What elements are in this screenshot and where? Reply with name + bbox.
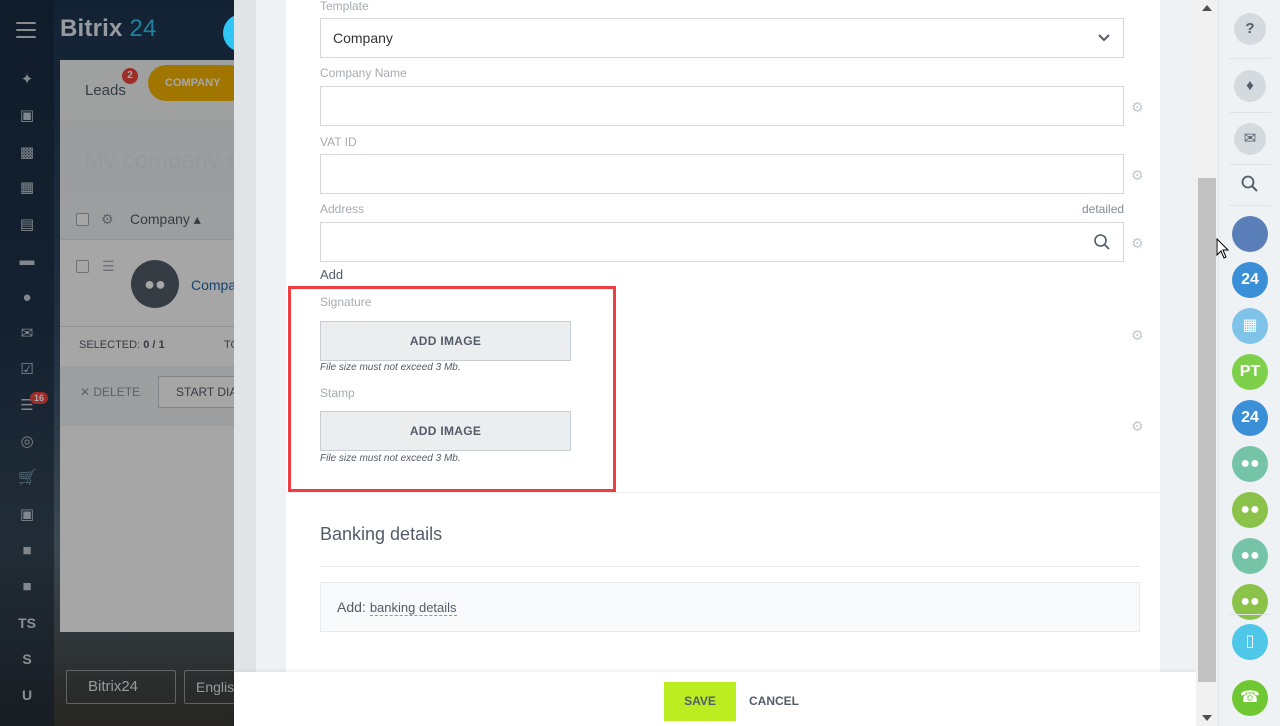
company-name-label: Company Name xyxy=(320,66,407,80)
form-action-bar: SAVE CANCEL xyxy=(234,672,1196,726)
requisites-form: Template Company Company Name ⚙ VAT ID ⚙… xyxy=(286,0,1160,672)
vat-id-input[interactable] xyxy=(320,154,1124,194)
right-panel-divider xyxy=(1229,58,1271,59)
stamp-settings-icon[interactable]: ⚙ xyxy=(1131,419,1145,433)
add-stamp-image-button[interactable]: ADD IMAGE xyxy=(320,411,571,451)
group-chat-avatar[interactable]: ●● xyxy=(1232,446,1268,482)
phone-icon[interactable]: ☎ xyxy=(1232,680,1268,716)
right-panel-divider xyxy=(1229,614,1271,615)
add-address-link[interactable]: Add xyxy=(320,267,343,282)
company-name-settings-icon[interactable]: ⚙ xyxy=(1131,100,1145,114)
stamp-label: Stamp xyxy=(320,386,355,400)
bell-icon[interactable]: ♦ xyxy=(1234,70,1266,102)
save-button[interactable]: SAVE xyxy=(664,682,736,721)
group-chat-avatar[interactable]: ●● xyxy=(1232,538,1268,574)
slider-scrollbar[interactable] xyxy=(1196,0,1218,726)
address-label: Address xyxy=(320,202,365,216)
banking-add-row: Add: banking details xyxy=(337,599,457,616)
pt-user-avatar[interactable]: PT xyxy=(1232,354,1268,390)
scroll-up-arrow-icon[interactable] xyxy=(1202,5,1212,11)
help-icon[interactable]: ? xyxy=(1234,13,1266,45)
search-icon[interactable] xyxy=(1093,233,1111,251)
banking-add-box: Add: banking details xyxy=(320,582,1140,632)
right-panel-divider xyxy=(1229,205,1271,206)
banking-details-title: Banking details xyxy=(320,524,443,544)
calendar-chat-avatar[interactable]: ▦ xyxy=(1232,308,1268,344)
template-value: Company xyxy=(333,30,393,46)
address-settings-icon[interactable]: ⚙ xyxy=(1131,236,1145,250)
bitrix24-chat-avatar[interactable]: 24 xyxy=(1232,400,1268,436)
signature-label: Signature xyxy=(320,295,372,309)
stamp-file-note: File size must not exceed 3 Mb. xyxy=(320,453,461,464)
scroll-thumb[interactable] xyxy=(1198,178,1216,682)
requisites-slider: Template Company Company Name ⚙ VAT ID ⚙… xyxy=(234,0,1196,726)
bitrix24-chat-avatar[interactable]: 24 xyxy=(1232,262,1268,298)
group-chat-avatar[interactable]: ●● xyxy=(1232,492,1268,528)
right-panel: ? ♦ ✉ 24 ▦ PT 24 ●● ●● ●● ●● ▯ ☎ xyxy=(1218,0,1280,726)
template-select[interactable]: Company xyxy=(320,18,1124,58)
right-panel-divider xyxy=(1229,112,1271,113)
banking-divider xyxy=(320,566,1140,567)
right-panel-divider xyxy=(1229,164,1271,165)
mouse-cursor-icon xyxy=(1216,238,1230,259)
messages-icon[interactable]: ✉ xyxy=(1234,123,1266,155)
search-icon[interactable] xyxy=(1241,175,1259,193)
user-avatar[interactable] xyxy=(1232,216,1268,252)
section-divider xyxy=(286,492,1160,493)
address-detailed-link[interactable]: detailed xyxy=(1082,202,1124,216)
add-banking-details-link[interactable]: banking details xyxy=(369,600,457,616)
signature-file-note: File size must not exceed 3 Mb. xyxy=(320,362,461,373)
slider-edge xyxy=(234,0,256,726)
vat-id-label: VAT ID xyxy=(320,135,357,149)
address-input[interactable] xyxy=(320,222,1124,262)
add-signature-image-button[interactable]: ADD IMAGE xyxy=(320,321,571,361)
chevron-down-icon xyxy=(1098,34,1110,42)
scroll-down-arrow-icon[interactable] xyxy=(1202,715,1212,721)
cancel-button[interactable]: CANCEL xyxy=(749,682,799,721)
signature-settings-icon[interactable]: ⚙ xyxy=(1131,328,1145,342)
mobile-app-icon[interactable]: ▯ xyxy=(1232,624,1268,660)
template-label: Template xyxy=(320,0,369,13)
vat-id-settings-icon[interactable]: ⚙ xyxy=(1131,168,1145,182)
company-name-input[interactable] xyxy=(320,86,1124,126)
